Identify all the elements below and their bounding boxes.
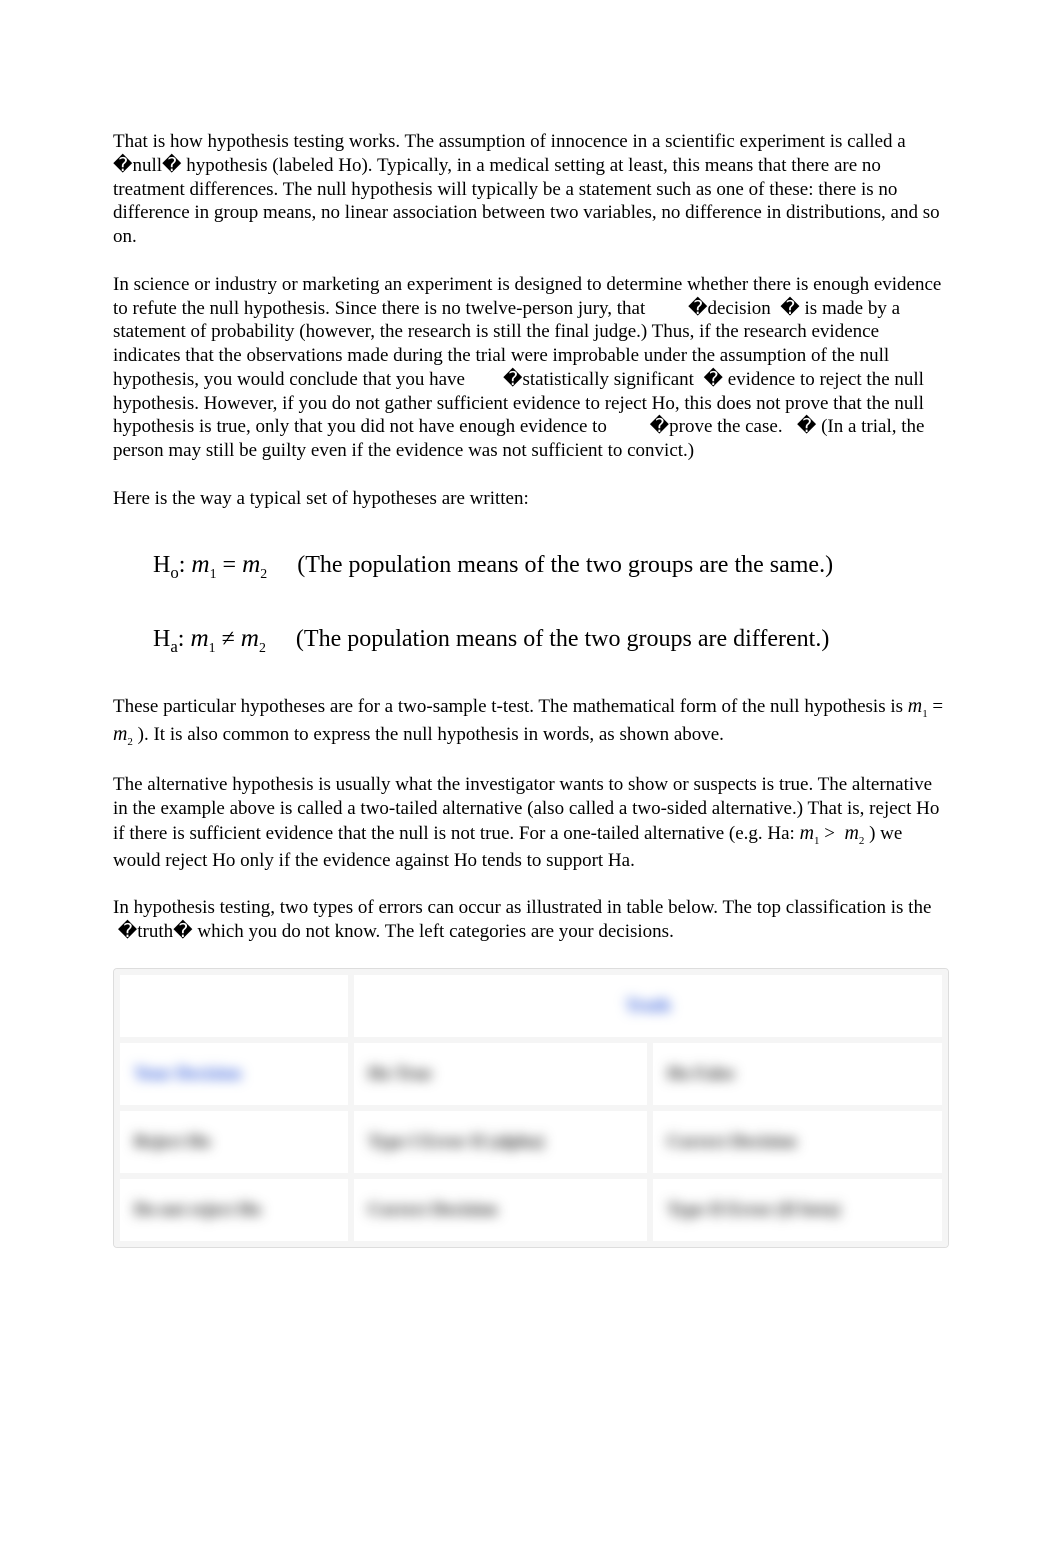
table-row: Reject Ho Type I Error II (alpha) Correc… <box>120 1111 942 1173</box>
hypotheses-intro: Here is the way a typical set of hypothe… <box>113 487 949 512</box>
mu2: m2 <box>242 551 267 578</box>
table-header-truth: Truth <box>354 975 942 1037</box>
table-row: Do not reject Ho Correct Decision Type I… <box>120 1179 942 1241</box>
table-row: Your Decision Ho True Ho False <box>120 1043 942 1105</box>
table-header-h0true: Ho True <box>354 1043 647 1105</box>
diamond-icon: � <box>688 298 707 319</box>
p3-text-2: ). It is also common to express the null… <box>138 724 724 745</box>
eq-op: = <box>217 552 243 578</box>
document-page: That is how hypothesis testing works. Th… <box>0 0 1062 1368</box>
colon: : <box>178 626 191 652</box>
table: Truth Your Decision Ho True Ho False Rej… <box>114 969 948 1247</box>
table-row-notreject: Do not reject Ho <box>120 1179 348 1241</box>
diamond-icon: � <box>780 298 799 319</box>
h-sub: a <box>170 637 177 656</box>
p1-text-1: That is how hypothesis testing works. Th… <box>113 131 906 152</box>
h-label: H <box>153 552 170 578</box>
null-hypothesis-line: Ho: m1 = m2 (The population means of the… <box>153 547 949 584</box>
paragraph-2: In science or industry or marketing an e… <box>113 273 949 463</box>
mu2: m2 <box>241 625 266 652</box>
table-empty-cell <box>120 975 348 1037</box>
p1-text-3: hypothesis (labeled Ho). Typically, in a… <box>113 155 940 247</box>
h-label: H <box>153 626 170 652</box>
p5-text-1: In hypothesis testing, two types of erro… <box>113 897 931 918</box>
neq-op: ≠ <box>216 626 241 652</box>
p2-text-4: statistically significant <box>522 369 694 390</box>
mu1-inline: m1 <box>800 822 820 844</box>
diamond-icon: � <box>173 921 192 942</box>
diamond-icon: � <box>797 416 816 437</box>
paragraph-4: The alternative hypothesis is usually wh… <box>113 773 949 872</box>
p2-text-6: prove the case. <box>669 416 782 437</box>
mu1: m1 <box>190 625 215 652</box>
diamond-icon: � <box>503 369 522 390</box>
diamond-icon: � <box>650 416 669 437</box>
p3-text-1: These particular hypotheses are for a tw… <box>113 696 908 717</box>
error-types-table: Truth Your Decision Ho True Ho False Rej… <box>113 968 949 1248</box>
p5-text-2: truth <box>137 921 173 942</box>
pad <box>272 626 290 652</box>
diamond-icon: � <box>162 155 181 176</box>
pad <box>273 552 291 578</box>
p5-text-3: which you do not know. The left categori… <box>193 921 674 942</box>
paragraph-5: In hypothesis testing, two types of erro… <box>113 896 949 944</box>
mu1-inline: m1 <box>908 695 928 717</box>
paragraph-1: That is how hypothesis testing works. Th… <box>113 130 949 249</box>
table-row-reject: Reject Ho <box>120 1111 348 1173</box>
mu2-inline: m2 <box>113 723 133 745</box>
alt-desc: (The population means of the two groups … <box>296 626 829 652</box>
table-row: Truth <box>120 975 942 1037</box>
h-sub: o <box>170 563 178 582</box>
p2-text-2: decision <box>707 298 770 319</box>
mu2-inline: m2 <box>844 822 864 844</box>
null-desc: (The population means of the two groups … <box>297 552 833 578</box>
table-header-h0false: Ho False <box>653 1043 942 1105</box>
diamond-icon: � <box>118 921 137 942</box>
table-cell-correct2: Correct Decision <box>354 1179 647 1241</box>
diamond-icon: � <box>703 369 722 390</box>
diamond-icon: � <box>113 155 132 176</box>
table-cell-type2: Type II Error (II beta) <box>653 1179 942 1241</box>
gt-inline: > <box>819 823 839 844</box>
table-cell-correct1: Correct Decision <box>653 1111 942 1173</box>
eq-inline: = <box>928 696 943 717</box>
p1-text-2: null <box>132 155 162 176</box>
paragraph-3: These particular hypotheses are for a tw… <box>113 694 949 749</box>
table-header-decision: Your Decision <box>120 1043 348 1105</box>
mu1: m1 <box>191 551 216 578</box>
colon: : <box>179 552 192 578</box>
alt-hypothesis-line: Ha: m1 ≠ m2 (The population means of the… <box>153 621 949 658</box>
table-cell-type1: Type I Error II (alpha) <box>354 1111 647 1173</box>
